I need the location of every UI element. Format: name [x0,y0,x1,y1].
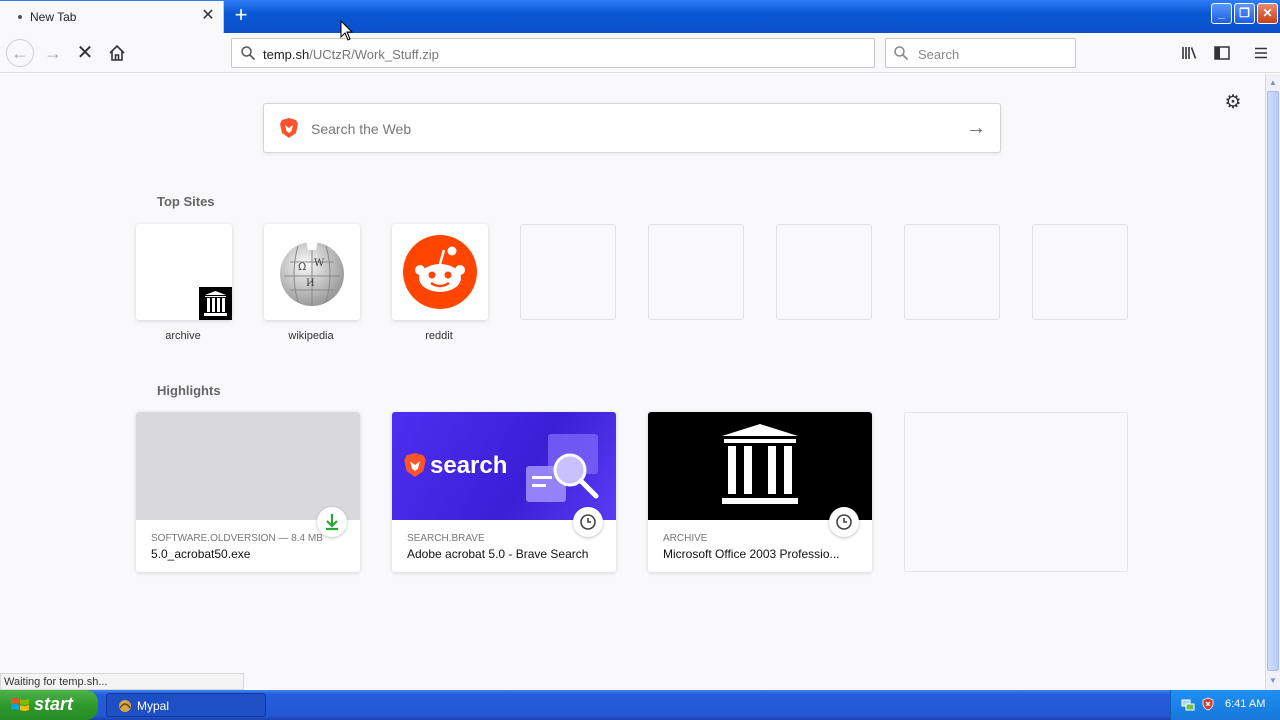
highlight-card-brave-search[interactable]: search SEARCH.BRAVE Adobe acrobat 5.0 - … [392,412,616,572]
web-search-placeholder: Search the Web [311,121,412,137]
web-search-box[interactable]: Search the Web → [263,103,1001,153]
scrollbar-thumb[interactable] [1267,91,1279,671]
top-site-wikipedia[interactable]: Ω W И [264,224,360,320]
top-site-empty-slot[interactable] [776,224,872,320]
restore-button[interactable]: ❐ [1234,3,1255,24]
svg-text:И: И [306,278,315,289]
network-tray-icon[interactable] [1181,697,1195,711]
archive-logo-icon [722,424,798,504]
archive-logo-icon [199,287,232,320]
brave-logo-icon [404,453,426,477]
sidebar-button[interactable] [1210,41,1234,65]
highlight-source: SOFTWARE.OLDVERSION — 8.4 MB [151,533,323,544]
taskbar-item-mypal[interactable]: Mypal [106,693,266,717]
highlight-card-archive[interactable]: ARCHIVE Microsoft Office 2003 Professio.… [648,412,872,572]
taskbar: start Mypal 6:41 AM [0,690,1280,720]
url-bar[interactable]: temp.sh/UCtzR/Work_Stuff.zip [231,38,875,68]
hamburger-icon [1255,47,1267,59]
url-host: temp.sh [263,47,310,62]
search-illustration-icon [526,434,599,502]
library-icon [1182,47,1197,59]
status-text: Waiting for temp.sh... [0,673,244,690]
search-bar[interactable]: Search [885,38,1076,68]
top-site-label: reddit [425,330,453,342]
highlight-card-acrobat-download[interactable]: SOFTWARE.OLDVERSION — 8.4 MB 5.0_acrobat… [136,412,360,572]
close-window-button[interactable]: ✕ [1257,3,1278,24]
mouse-cursor-icon [340,20,354,41]
library-button[interactable] [1178,41,1202,65]
taskbar-item-label: Mypal [137,699,170,713]
top-site-empty-slot[interactable] [520,224,616,320]
highlight-source: ARCHIVE [663,533,708,544]
top-site-empty-slot[interactable] [1032,224,1128,320]
highlight-thumbnail: search [392,412,616,520]
home-icon [109,44,125,61]
tab-title: New Tab [30,10,77,24]
top-site-reddit[interactable] [392,224,488,320]
scroll-up-icon[interactable]: ▲ [1266,76,1280,90]
sidebar-icon [1214,46,1230,60]
home-button[interactable] [104,40,130,66]
top-site-label: archive [165,330,201,342]
highlight-thumbnail [136,412,360,520]
highlight-title: Microsoft Office 2003 Professio... [663,547,840,561]
security-shield-tray-icon[interactable] [1201,697,1215,711]
tab-loading-icon [18,15,22,19]
scroll-down-icon[interactable]: ▼ [1266,674,1280,688]
stop-button[interactable]: ✕ [72,40,98,66]
mypal-app-icon [119,700,131,712]
top-site-archive[interactable] [136,224,232,320]
url-text: temp.sh/UCtzR/Work_Stuff.zip [263,47,439,62]
brave-logo-icon [280,118,298,138]
highlight-title: 5.0_acrobat50.exe [151,547,251,561]
new-tab-button[interactable]: + [229,4,253,28]
wikipedia-globe-icon: Ω W И [280,240,344,306]
tab-close-button[interactable]: ✕ [199,7,217,25]
top-site-empty-slot[interactable] [648,224,744,320]
menu-button[interactable] [1249,41,1273,65]
title-bar: New Tab ✕ + _ ❐ ✕ [0,0,1280,33]
minimize-button[interactable]: _ [1211,3,1232,24]
clock-time: 6:41 AM [1225,698,1266,710]
start-button[interactable]: start [0,690,98,720]
start-label: start [34,694,74,714]
arrow-right-icon[interactable]: → [966,117,986,140]
highlight-thumbnail [648,412,872,520]
highlights-title: Highlights [157,383,221,398]
tab-new-tab[interactable]: New Tab ✕ [0,1,224,33]
highlight-empty-slot [904,412,1128,572]
top-sites-title: Top Sites [157,194,215,209]
highlight-source: SEARCH.BRAVE [407,533,485,544]
vertical-scrollbar[interactable]: ▲ ▼ [1265,74,1280,690]
top-site-empty-slot[interactable] [904,224,1000,320]
nav-bar: ← → ✕ temp.sh/UCtzR/Work_Stuff.zip Searc… [0,33,1280,73]
search-placeholder: Search [918,47,960,62]
windows-flag-icon [11,698,29,711]
settings-gear-icon[interactable]: ⚙ [1222,92,1244,114]
highlight-title: Adobe acrobat 5.0 - Brave Search [407,547,589,561]
new-tab-page: ⚙ Search the Web → Top Sites archive Ω W… [0,74,1265,690]
clock-icon [580,514,596,530]
search-icon [241,46,256,61]
svg-text:W: W [314,258,325,269]
brave-search-wordmark: search [430,452,508,479]
search-icon [894,46,909,61]
clock-icon [836,514,852,530]
system-tray: 6:41 AM [1170,690,1280,720]
clock-badge [829,507,859,537]
back-button[interactable]: ← [6,39,34,67]
top-site-label: wikipedia [288,330,334,342]
url-path: /UCtzR/Work_Stuff.zip [309,47,439,62]
reddit-logo-icon [403,235,477,309]
clock-badge [573,507,603,537]
forward-button[interactable]: → [40,40,66,66]
svg-text:Ω: Ω [298,262,306,273]
